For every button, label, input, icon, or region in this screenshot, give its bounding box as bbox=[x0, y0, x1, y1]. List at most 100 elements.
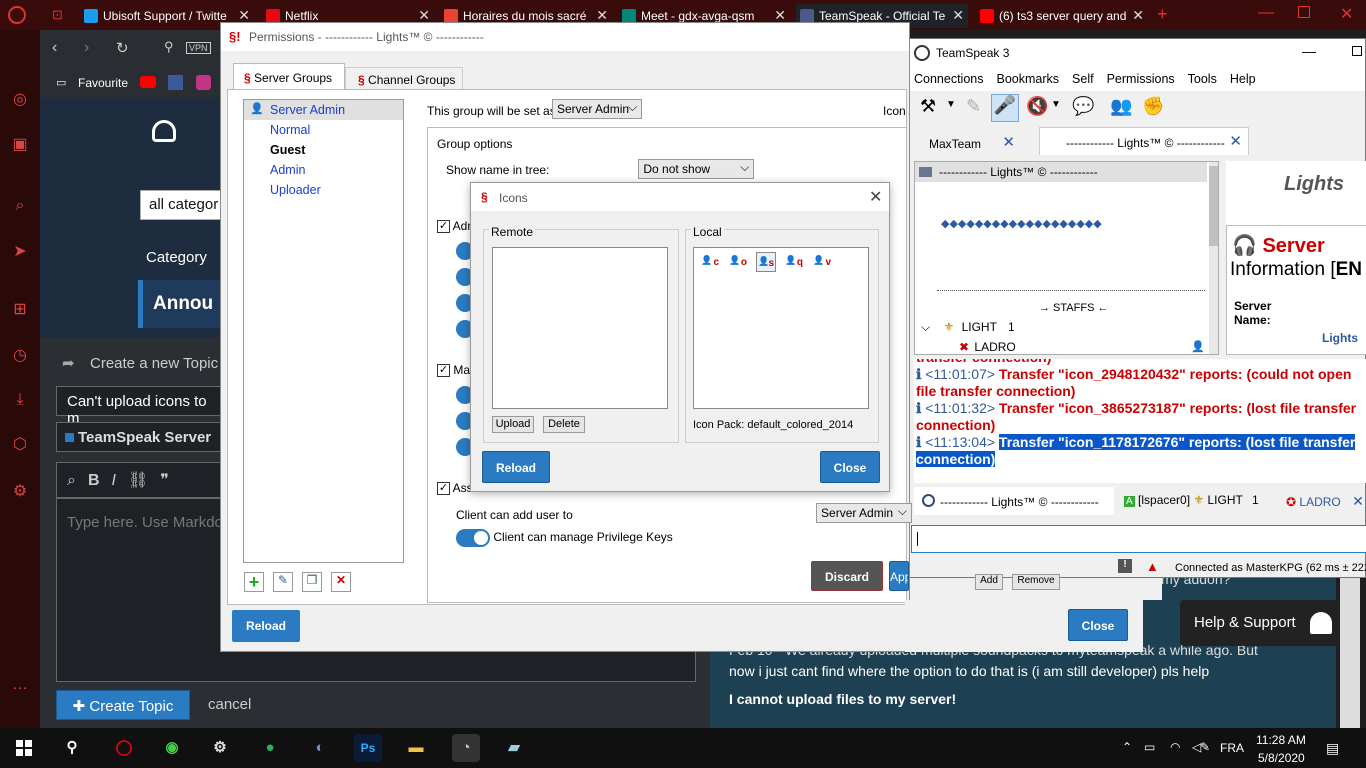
group-list-item[interactable]: 👤 Server Admin bbox=[244, 100, 403, 120]
tray-battery-icon[interactable]: ▭ bbox=[1144, 740, 1155, 754]
action-center-icon[interactable]: ▤ bbox=[1326, 740, 1339, 757]
restore-icon[interactable] bbox=[1298, 6, 1310, 18]
set-as-select[interactable]: Server Admin bbox=[552, 99, 642, 119]
add-permission-button[interactable]: Add bbox=[975, 574, 1003, 590]
teamspeak-taskbar-icon[interactable]: ◔ bbox=[452, 734, 480, 762]
ts-menu-item[interactable]: Self bbox=[1072, 72, 1094, 86]
collapse-icon[interactable]: ⌵ bbox=[921, 320, 930, 334]
ts-menu-item[interactable]: Help bbox=[1230, 72, 1256, 86]
cube-icon[interactable]: ⬡ bbox=[10, 435, 30, 455]
server-tab-maxteam[interactable]: MaxTeam ✕ bbox=[913, 131, 1021, 155]
tray-language[interactable]: FRA bbox=[1220, 741, 1244, 755]
discard-button[interactable]: Discard bbox=[811, 561, 883, 591]
search-icon[interactable]: ⚲ bbox=[164, 39, 174, 55]
close-tab-icon[interactable]: ✕ bbox=[1352, 493, 1364, 509]
discord-taskbar-icon[interactable]: ◐ bbox=[306, 734, 334, 762]
mute-mic-icon[interactable]: 🎤 bbox=[991, 94, 1019, 122]
blockquote-icon[interactable]: ❞ bbox=[160, 472, 181, 489]
dropdown-icon[interactable]: ▼ bbox=[946, 99, 956, 110]
server-tab-lights[interactable]: ------------ Lights™ © ------------ ✕ bbox=[1039, 127, 1249, 155]
send-icon[interactable]: ➤ bbox=[10, 242, 30, 262]
cancel-link[interactable]: cancel bbox=[208, 696, 251, 713]
local-icon-item[interactable]: 👤 v bbox=[812, 252, 832, 272]
local-icon-list[interactable]: 👤 c 👤 o 👤 s 👤 q 👤 v bbox=[693, 247, 869, 409]
spotify-taskbar-icon[interactable]: ● bbox=[256, 734, 284, 762]
close-window-icon[interactable]: ✕ bbox=[1340, 4, 1353, 24]
chat-tab-server[interactable]: ------------ Lights™ © ------------ bbox=[914, 487, 1114, 515]
facebook-icon[interactable] bbox=[168, 75, 183, 90]
chat-tab-ladro[interactable]: ✪ LADRO ✕ bbox=[1286, 493, 1364, 510]
photoshop-taskbar-icon[interactable]: Ps bbox=[354, 734, 382, 762]
close-tab-icon[interactable]: ✕ bbox=[1002, 133, 1015, 151]
perm-tab-server-groups[interactable]: § Server Groups bbox=[233, 63, 345, 89]
taskbar-search-icon[interactable]: ⚲ bbox=[58, 734, 86, 762]
minimize-icon[interactable]: — bbox=[1258, 4, 1274, 22]
ts-menu-item[interactable]: Tools bbox=[1188, 72, 1217, 86]
more-icon[interactable]: … bbox=[10, 675, 30, 695]
category-search[interactable]: all categor bbox=[140, 190, 230, 220]
client-add-select[interactable]: Server Admin bbox=[816, 503, 913, 523]
tray-ink-icon[interactable]: ✎ bbox=[1200, 740, 1210, 754]
close-tab-icon[interactable]: ✕ bbox=[1229, 132, 1242, 150]
ass-checkbox[interactable]: ✓ Ass bbox=[437, 481, 473, 496]
announcement-header[interactable]: Annou bbox=[138, 280, 228, 328]
category-select[interactable]: TeamSpeak Server bbox=[56, 422, 226, 452]
spacer-dotted[interactable] bbox=[937, 290, 1205, 291]
instagram-icon[interactable] bbox=[196, 75, 211, 90]
notepad-taskbar-icon[interactable]: ▰ bbox=[500, 734, 528, 762]
windows-start-icon[interactable] bbox=[16, 740, 32, 756]
youtube-icon[interactable] bbox=[140, 76, 156, 88]
local-icon-item[interactable]: 👤 s bbox=[756, 252, 776, 272]
opera-taskbar-icon[interactable]: ◯ bbox=[110, 734, 138, 762]
manage-keys-toggle[interactable]: Client can manage Privilege Keys bbox=[456, 529, 673, 547]
forward-icon[interactable]: › bbox=[84, 39, 89, 57]
chat-input[interactable] bbox=[911, 525, 1366, 553]
settings-icon[interactable]: ⚙ bbox=[10, 482, 30, 502]
reload-icon[interactable]: ↻ bbox=[116, 39, 129, 57]
quote-icon[interactable]: ⌕ bbox=[67, 472, 88, 489]
search-icon[interactable]: ⌕ bbox=[10, 196, 30, 216]
chrome-taskbar-icon[interactable]: ◉ bbox=[158, 734, 186, 762]
delete-group-icon[interactable]: ✕ bbox=[331, 572, 351, 592]
icons-reload-button[interactable]: Reload bbox=[482, 451, 550, 483]
steam-taskbar-icon[interactable]: ⚙ bbox=[206, 734, 234, 762]
tray-up-icon[interactable]: ⌃ bbox=[1122, 740, 1132, 754]
teamspeak-logo-icon[interactable] bbox=[152, 120, 176, 142]
italic-icon[interactable]: I bbox=[112, 472, 128, 489]
perm-tab-channel-groups[interactable]: § Channel Groups bbox=[345, 67, 463, 89]
info-status-icon[interactable]: ! bbox=[1118, 559, 1132, 573]
local-icon-item[interactable]: 👤 c bbox=[700, 252, 720, 272]
close-tab-icon[interactable]: ✕ bbox=[952, 7, 964, 24]
connect-icon[interactable]: ⚒ bbox=[920, 96, 936, 117]
gamepad-icon[interactable]: ⊡ bbox=[52, 7, 63, 23]
apply-button[interactable]: Apply bbox=[889, 561, 909, 591]
dropdown2-icon[interactable]: ▼ bbox=[1051, 99, 1061, 110]
warning-icon[interactable]: ▲ bbox=[1146, 559, 1159, 574]
bookmark-favourite[interactable]: Favourite bbox=[78, 76, 128, 90]
chat-icon[interactable]: 💬 bbox=[1072, 96, 1094, 117]
chat-tab-channel[interactable]: A [lspacer0] ⚜ LIGHT 1 bbox=[1124, 493, 1259, 507]
away-icon[interactable]: ✎ bbox=[966, 96, 981, 117]
group-list-item[interactable]: Admin bbox=[244, 160, 403, 180]
close-tab-icon[interactable]: ✕ bbox=[1132, 7, 1144, 24]
post-title-link[interactable]: I cannot upload files to my server! bbox=[729, 691, 956, 707]
remove-permission-button[interactable]: Remove bbox=[1012, 574, 1060, 590]
speed-dial-icon[interactable]: ◎ bbox=[10, 90, 30, 110]
tray-time[interactable]: 11:28 AM bbox=[1256, 733, 1306, 747]
tray-date[interactable]: 5/8/2020 bbox=[1258, 751, 1305, 765]
local-icon-item[interactable]: 👤 o bbox=[728, 252, 748, 272]
upload-button[interactable]: Upload bbox=[492, 416, 534, 433]
back-icon[interactable]: ‹ bbox=[52, 39, 57, 57]
download-icon[interactable]: ⤓ bbox=[10, 390, 30, 410]
history-icon[interactable]: ◷ bbox=[10, 346, 30, 366]
delete-button[interactable]: Delete bbox=[543, 416, 585, 433]
twitch-icon[interactable]: ▣ bbox=[10, 135, 30, 155]
tree-server-row[interactable]: ------------ Lights™ © ------------ bbox=[915, 162, 1207, 182]
forum-scrollbar[interactable] bbox=[1340, 578, 1360, 728]
opera-menu-icon[interactable] bbox=[8, 6, 26, 24]
show-name-select[interactable]: Do not show bbox=[638, 159, 755, 179]
permissions-icon[interactable]: ✊ bbox=[1142, 96, 1164, 117]
icons-close-icon[interactable]: ✕ bbox=[869, 187, 882, 207]
add-group-icon[interactable]: + bbox=[244, 572, 264, 592]
topic-title-input[interactable]: Can't upload icons to m bbox=[56, 386, 226, 427]
